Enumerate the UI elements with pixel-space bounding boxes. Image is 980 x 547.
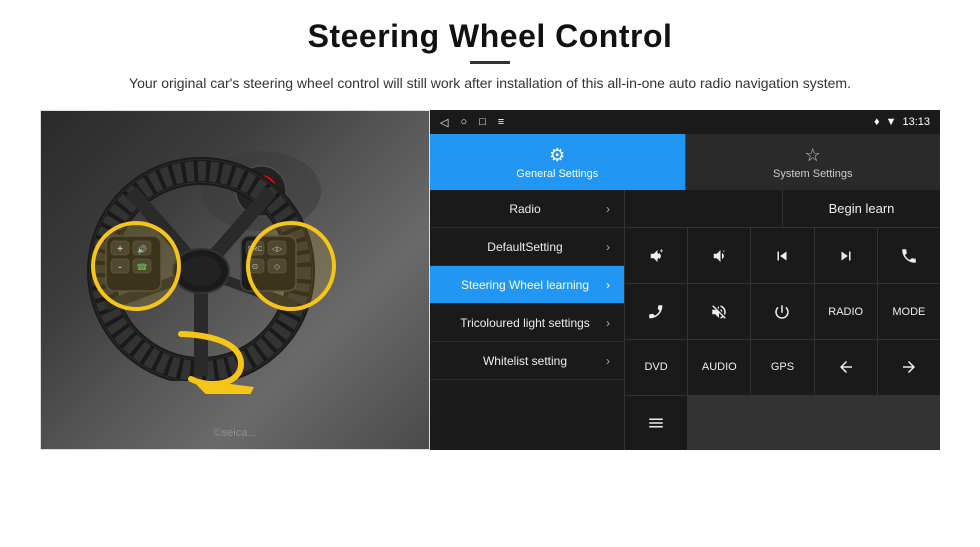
src-prev-icon [837, 358, 855, 376]
tab-general-settings[interactable]: ⚙ General Settings [430, 134, 685, 190]
list-button[interactable] [625, 396, 687, 451]
highlight-right [246, 221, 336, 311]
radio-area [625, 190, 783, 227]
menu-item-steering-label: Steering Wheel learning [444, 278, 606, 292]
menu-icon: ≡ [498, 116, 504, 128]
call-button[interactable] [878, 228, 940, 283]
menu-item-default-label: DefaultSetting [444, 240, 606, 254]
location-icon: ♦ [874, 116, 880, 128]
title-section: Steering Wheel Control Your original car… [40, 18, 940, 94]
car-image-area: + - ☎ 🔊 SRC [40, 110, 430, 450]
status-bar-nav-icons: ◁ ○ □ ≡ [440, 116, 504, 129]
home-icon: ○ [460, 116, 467, 128]
back-icon: ◁ [440, 116, 448, 129]
vol-down-button[interactable]: - [688, 228, 750, 283]
vol-up-button[interactable]: + [625, 228, 687, 283]
next-track-icon [837, 247, 855, 265]
mode-button[interactable]: MODE [878, 284, 940, 339]
tab-system-label: System Settings [773, 168, 852, 180]
chevron-icon: › [606, 316, 610, 330]
menu-item-default[interactable]: DefaultSetting › [430, 228, 624, 266]
prev-track-icon [773, 247, 791, 265]
mute-button[interactable] [688, 284, 750, 339]
recents-icon: □ [479, 116, 486, 128]
power-button[interactable] [751, 284, 813, 339]
menu-item-tricoloured[interactable]: Tricoloured light settings › [430, 304, 624, 342]
chevron-icon: › [606, 240, 610, 254]
button-grid: + - [625, 228, 940, 450]
phone-icon [900, 247, 918, 265]
svg-text:+: + [660, 249, 664, 255]
dvd-button[interactable]: DVD [625, 340, 687, 395]
system-icon: ☆ [805, 145, 821, 166]
menu-item-whitelist[interactable]: Whitelist setting › [430, 342, 624, 380]
highlight-left [91, 221, 181, 311]
clock: 13:13 [902, 116, 930, 128]
title-divider [470, 61, 510, 64]
mute-icon [710, 303, 728, 321]
content-row: + - ☎ 🔊 SRC [40, 110, 940, 450]
src-next-icon [900, 358, 918, 376]
wifi-icon: ▼ [886, 116, 897, 128]
left-menu: Radio › DefaultSetting › Steering Wheel … [430, 190, 625, 450]
next-track-button[interactable] [815, 228, 877, 283]
power-icon [773, 303, 791, 321]
hang-up-button[interactable] [625, 284, 687, 339]
prev-track-button[interactable] [751, 228, 813, 283]
menu-item-radio-label: Radio [444, 202, 606, 216]
chevron-icon: › [606, 278, 610, 292]
vol-up-icon: + [647, 247, 665, 265]
vol-down-icon: - [710, 247, 728, 265]
menu-item-whitelist-label: Whitelist setting [444, 354, 606, 368]
car-background: + - ☎ 🔊 SRC [41, 111, 429, 449]
menu-item-steering[interactable]: Steering Wheel learning › [430, 266, 624, 304]
top-controls: Begin learn [625, 190, 940, 228]
gear-icon: ⚙ [549, 145, 565, 166]
menu-item-tricoloured-label: Tricoloured light settings [444, 316, 606, 330]
gps-button[interactable]: GPS [751, 340, 813, 395]
watermark: ©seica... [214, 427, 257, 439]
list-icon [647, 414, 665, 432]
right-panel: Begin learn + - [625, 190, 940, 450]
src-prev-button[interactable] [815, 340, 877, 395]
status-bar: ◁ ○ □ ≡ ♦ ▼ 13:13 [430, 110, 940, 134]
begin-learn-area: Begin learn [783, 190, 940, 227]
chevron-icon: › [606, 354, 610, 368]
status-bar-right: ♦ ▼ 13:13 [874, 116, 930, 128]
hang-up-icon [647, 303, 665, 321]
arrow-svg [161, 314, 261, 394]
tab-system-settings[interactable]: ☆ System Settings [685, 134, 941, 190]
svg-text:-: - [723, 249, 725, 255]
page-title: Steering Wheel Control [40, 18, 940, 55]
begin-learn-button[interactable]: Begin learn [813, 195, 911, 222]
page-subtitle: Your original car's steering wheel contr… [90, 72, 890, 94]
menu-item-radio[interactable]: Radio › [430, 190, 624, 228]
tab-general-label: General Settings [516, 168, 598, 180]
radio-button[interactable]: RADIO [815, 284, 877, 339]
panel-body: Radio › DefaultSetting › Steering Wheel … [430, 190, 940, 450]
tab-bar: ⚙ General Settings ☆ System Settings [430, 134, 940, 190]
chevron-icon: › [606, 202, 610, 216]
arrow-area [161, 314, 261, 399]
audio-button[interactable]: AUDIO [688, 340, 750, 395]
android-panel: ◁ ○ □ ≡ ♦ ▼ 13:13 ⚙ General Settings [430, 110, 940, 450]
src-next-button[interactable] [878, 340, 940, 395]
